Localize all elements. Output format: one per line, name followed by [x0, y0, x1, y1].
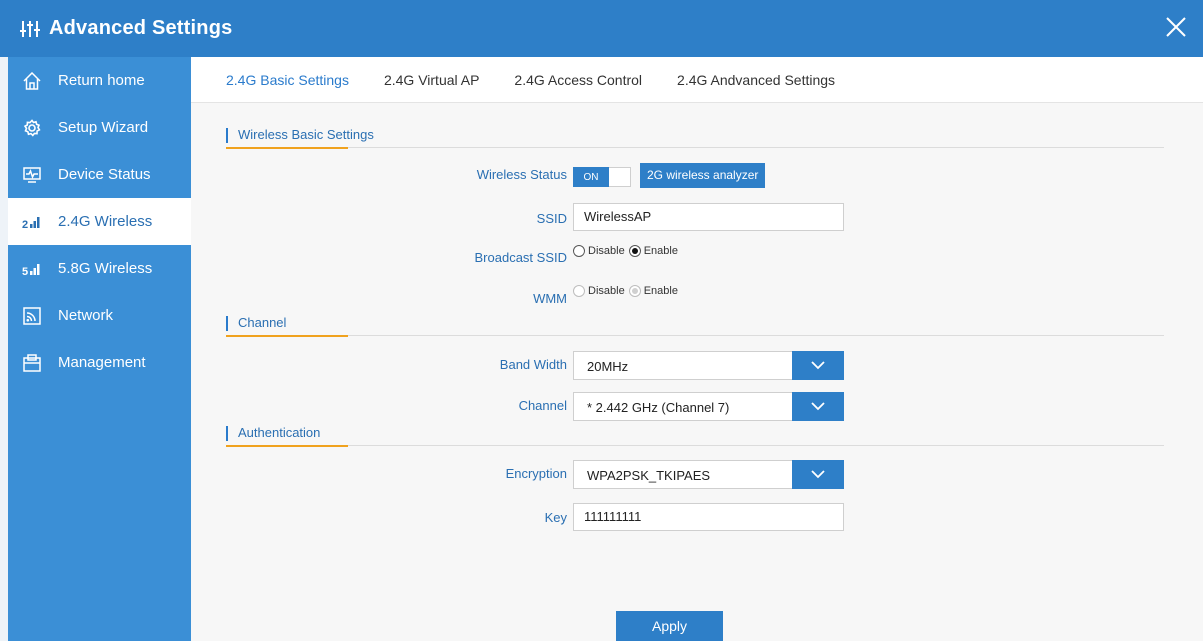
tab-bar: 2.4G Basic Settings 2.4G Virtual AP 2.4G… [191, 57, 1203, 103]
sidebar-item-return-home[interactable]: Return home [8, 57, 191, 104]
section-header-channel: Channel [226, 310, 1164, 337]
key-input[interactable]: 111111111 [573, 503, 844, 531]
gear-icon [22, 118, 42, 138]
close-icon[interactable] [1163, 14, 1189, 40]
sidebar-item-label: Network [58, 307, 114, 324]
broadcast-ssid-enable-radio[interactable]: Enable [628, 245, 678, 257]
radio-label: Enable [643, 245, 678, 257]
svg-text:5: 5 [22, 266, 28, 276]
settings-form: Wireless Basic Settings Wireless Status … [191, 103, 1203, 641]
monitor-icon [22, 165, 42, 185]
select-value: WPA2PSK_TKIPAES [587, 468, 711, 483]
main-panel: 2.4G Basic Settings 2.4G Virtual AP 2.4G… [191, 57, 1203, 641]
wireless-status-label: Wireless Status [476, 167, 567, 182]
sidebar-item-label: 5.8G Wireless [58, 260, 153, 277]
home-icon [22, 71, 42, 91]
band-width-select[interactable]: 20MHz [573, 351, 844, 380]
channel-label: Channel [518, 398, 567, 413]
toggle-on-label: ON [573, 167, 609, 187]
clipboard-icon [22, 353, 42, 373]
section-header-authentication: Authentication [226, 420, 1164, 447]
wireless-status-toggle[interactable]: ON [573, 167, 631, 187]
ssid-label: SSID [536, 211, 567, 226]
band-width-label: Band Width [499, 357, 567, 372]
apply-button[interactable]: Apply [616, 611, 723, 641]
section-marker [226, 426, 228, 441]
ssid-input[interactable]: WirelessAP [573, 203, 844, 231]
section-underline [226, 335, 348, 337]
sidebar-item-network[interactable]: Network [8, 292, 191, 339]
radio-label: Disable [588, 245, 625, 257]
tab-2-4g-basic-settings[interactable]: 2.4G Basic Settings [226, 72, 349, 88]
sidebar-item-5-8g-wireless[interactable]: 5 5.8G Wireless [8, 245, 191, 292]
radio-circle-checked [628, 285, 641, 297]
radio-circle [573, 285, 585, 297]
sidebar-item-device-status[interactable]: Device Status [8, 151, 191, 198]
channel-select[interactable]: * 2.442 GHz (Channel 7) [573, 392, 844, 421]
radio-label: Disable [588, 285, 625, 297]
broadcast-ssid-radio-group: Disable Enable [573, 245, 682, 257]
sidebar-item-label: Setup Wizard [58, 119, 149, 136]
encryption-label: Encryption [505, 466, 567, 481]
sliders-icon [20, 18, 42, 40]
svg-text:2: 2 [22, 219, 28, 229]
network-icon [22, 306, 42, 326]
chevron-down-icon[interactable] [792, 460, 844, 489]
radio-label: Enable [643, 285, 678, 297]
window-title: Advanced Settings [49, 17, 233, 39]
chevron-down-icon[interactable] [792, 351, 844, 380]
wmm-label: WMM [533, 291, 567, 306]
section-marker [226, 316, 228, 331]
section-marker [226, 128, 228, 143]
wmm-enable-radio[interactable]: Enable [628, 285, 678, 297]
sidebar-item-label: 2.4G Wireless [58, 213, 153, 230]
section-title: Wireless Basic Settings [238, 127, 374, 142]
left-edge [0, 57, 8, 641]
radio-circle [573, 245, 585, 257]
wireless-analyzer-button[interactable]: 2G wireless analyzer [640, 163, 766, 188]
sidebar-item-label: Device Status [58, 166, 151, 183]
section-header-basic: Wireless Basic Settings [226, 122, 1164, 149]
signal-2g-icon: 2 [22, 212, 42, 232]
section-underline [226, 445, 348, 447]
sidebar-item-setup-wizard[interactable]: Setup Wizard [8, 104, 191, 151]
encryption-select[interactable]: WPA2PSK_TKIPAES [573, 460, 844, 489]
signal-5g-icon: 5 [22, 259, 42, 279]
section-title: Authentication [238, 425, 321, 440]
key-label: Key [544, 510, 567, 525]
wmm-disable-radio[interactable]: Disable [573, 285, 625, 297]
section-title: Channel [238, 315, 287, 330]
sidebar-item-2-4g-wireless[interactable]: 2 2.4G Wireless [8, 198, 191, 245]
sidebar: Return home Setup Wizard Device Status 2… [8, 57, 191, 641]
chevron-down-icon[interactable] [792, 392, 844, 421]
title-bar: Advanced Settings [0, 0, 1203, 57]
select-value: 20MHz [587, 359, 629, 374]
broadcast-ssid-label: Broadcast SSID [474, 250, 568, 265]
sidebar-item-label: Return home [58, 72, 145, 89]
select-value: * 2.442 GHz (Channel 7) [587, 400, 730, 415]
wmm-radio-group: Disable Enable [573, 285, 682, 297]
radio-circle-checked [628, 245, 641, 257]
tab-2-4g-advanced-settings[interactable]: 2.4G Andvanced Settings [677, 72, 835, 88]
tab-2-4g-virtual-ap[interactable]: 2.4G Virtual AP [384, 72, 479, 88]
broadcast-ssid-disable-radio[interactable]: Disable [573, 245, 625, 257]
section-underline [226, 147, 348, 149]
tab-2-4g-access-control[interactable]: 2.4G Access Control [514, 72, 642, 88]
sidebar-item-label: Management [58, 354, 146, 371]
sidebar-item-management[interactable]: Management [8, 339, 191, 386]
